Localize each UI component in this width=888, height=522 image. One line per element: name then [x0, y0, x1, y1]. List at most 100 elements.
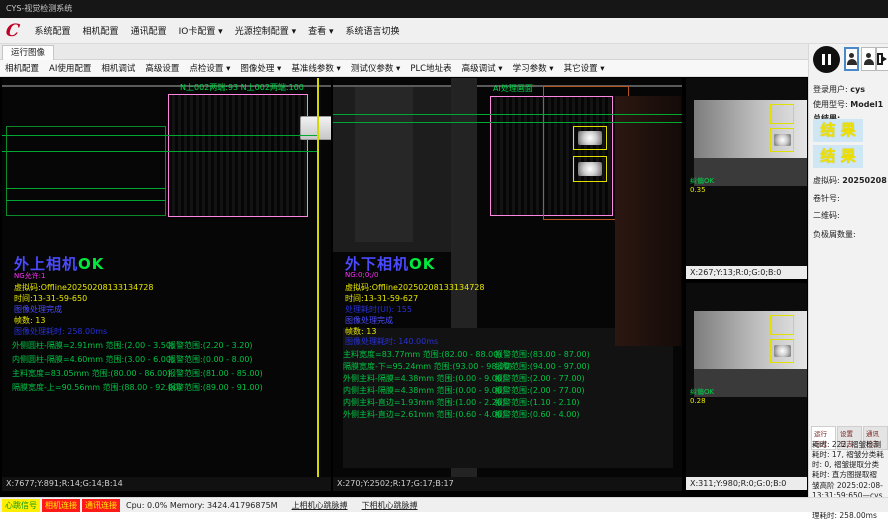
feature-box-yellow [770, 339, 794, 363]
tool-spot-check[interactable]: 点检设置 ▾ [184, 61, 235, 75]
feature-box-yellow [573, 156, 607, 182]
tool-advanced-settings[interactable]: 高级设置 [140, 61, 184, 75]
tool-ai-usage-config[interactable]: AI使用配置 [44, 61, 96, 75]
result-ok-label: OK [78, 255, 104, 273]
preview-view-bottom[interactable]: 纠偏OK 0.28 [686, 283, 807, 477]
tool-tester-params[interactable]: 测试仪参数 ▾ [346, 61, 405, 75]
pixel-coords-middle: X:270;Y:2502;R:17;G:17;B:17 [333, 477, 682, 491]
machinery-shape [355, 87, 413, 242]
pause-button[interactable] [813, 46, 840, 73]
measurement-value: 外侧主料-隔膜=4.38mm 范围:(0.00 - 9.00) [343, 373, 505, 384]
measurement-value: 隔膜宽度-上=90.56mm 范围:(88.00 - 92.00) [12, 382, 181, 393]
tool-camera-debug[interactable]: 相机调试 [96, 61, 140, 75]
preview-value: 0.28 [690, 397, 706, 405]
pixel-coords-preview-top: X:267;Y:13;R:0;G:0;B:0 [686, 266, 807, 279]
menu-language-switch[interactable]: 系统语言切换 [339, 21, 405, 40]
user-icon [864, 53, 874, 65]
tool-image-processing[interactable]: 图像处理 ▾ [235, 61, 286, 75]
alarm-range: 报警范围:(2.00 - 77.00) [495, 385, 585, 396]
reflective-feature [578, 131, 602, 145]
measure-line-green [333, 114, 682, 115]
measurement-value: 主料宽度=83.77mm 范围:(82.00 - 88.00) [343, 349, 501, 360]
menu-view[interactable]: 查看 ▾ [302, 21, 339, 40]
alarm-range: 报警范围:(2.00 - 77.00) [495, 373, 585, 384]
measure-line-green [2, 151, 318, 152]
measurement-value: 外侧圆柱-隔膜=2.91mm 范围:(2.00 - 3.50) [12, 340, 174, 351]
tool-other-settings[interactable]: 其它设置 ▾ [559, 61, 610, 75]
ng-info: NG:0;0;/0 [345, 271, 378, 279]
tool-learning-params[interactable]: 学习参数 ▾ [508, 61, 559, 75]
tool-advanced-debug[interactable]: 高级调试 ▾ [457, 61, 508, 75]
process-elapsed: 图像处理耗时: 140.00ms [345, 336, 438, 347]
statusbar: 心跳信号 相机连接 通讯连接 Cpu: 0.0% Memory: 3424.41… [0, 497, 888, 512]
measurement-row: 外侧圆柱-隔膜=2.91mm 范围:(2.00 - 3.50) 报警范围:(2.… [2, 340, 331, 352]
tool-camera-config[interactable]: 相机配置 [0, 61, 44, 75]
tool-plc-address-table[interactable]: PLC地址表 [405, 61, 456, 75]
tab-run-image[interactable]: 运行图像 [2, 45, 54, 61]
pin-number-label: 卷针号: [813, 193, 840, 204]
measurement-row: 隔膜宽度-上=90.56mm 范围:(88.00 - 92.00) 报警范围:(… [2, 382, 331, 394]
pixel-coords-preview-bottom: X:311;Y:980;R:0;G:0;B:0 [686, 477, 807, 490]
measurement-value: 内侧圆柱-隔膜=4.60mm 范围:(3.00 - 6.00) [12, 354, 174, 365]
ng-info: NG允许:1 [14, 271, 45, 281]
tab-strip: 运行图像 [0, 44, 888, 60]
capture-time: 时间:13-31-59-627 [345, 293, 418, 304]
machinery-dark-red [615, 96, 681, 346]
menu-camera-config[interactable]: 相机配置 [77, 21, 125, 40]
measurement-value: 主料宽度=83.05mm 范围:(80.00 - 86.00) [12, 368, 170, 379]
exit-button[interactable] [876, 47, 888, 71]
model-row: 使用型号: Model1 [813, 99, 883, 110]
measure-line-green [6, 188, 166, 189]
user-login-button[interactable] [844, 47, 859, 71]
measurement-value: 隔膜宽度-下=95.24mm 范围:(93.00 - 98.00) [343, 361, 512, 372]
camera-view-lower-outer[interactable]: AI处理画面 外下相机OK NG:0;0;/0 虚拟码:Offline20250… [333, 78, 682, 477]
menubar: C 系统配置 相机配置 通讯配置 IO卡配置 ▾ 光源控制配置 ▾ 查看 ▾ 系… [0, 18, 888, 44]
inspected-part-image [168, 94, 308, 217]
camera-view-upper-outer[interactable]: N上002两端:93 N上002两端:100 外上相机OK NG允许:1 虚拟码… [2, 78, 331, 477]
alarm-range: 报警范围:(1.10 - 2.10) [495, 397, 580, 408]
app-window: CYS-视觉检测系统 C 系统配置 相机配置 通讯配置 IO卡配置 ▾ 光源控制… [0, 0, 888, 522]
comm-connection-badge: 通讯连接 [82, 499, 120, 512]
window-title: CYS-视觉检测系统 [6, 4, 72, 13]
virtual-code-value: 20250208 [842, 176, 887, 185]
upper-camera-heartbeat-link[interactable]: 上相机心跳脉搏 [292, 500, 348, 511]
login-user-row: 登录用户: cys [813, 84, 865, 95]
sidebar: 登录用户: cys 使用型号: Model1 总结果: 结 果 结 果 虚拟码:… [808, 44, 888, 512]
alarm-range: 报警范围:(89.00 - 91.00) [168, 382, 263, 393]
preview-view-top[interactable]: 纠偏OK 0.35 [686, 78, 807, 266]
measurement-row: 外侧主料-隔膜=4.38mm 范围:(0.00 - 9.00) 报警范围:(2.… [333, 373, 682, 385]
virtual-code-row: 虚拟码: 20250208 [813, 175, 887, 186]
measure-line-green [333, 122, 682, 123]
baseline-vertical-yellow [317, 78, 319, 477]
pause-icon [822, 54, 825, 65]
menu-light-config[interactable]: 光源控制配置 ▾ [229, 21, 302, 40]
lower-camera-heartbeat-link[interactable]: 下相机心跳脉搏 [362, 500, 418, 511]
process-elapsed: 图像处理耗时: 258.00ms [14, 326, 107, 337]
tool-baseline-params[interactable]: 基准线参数 ▾ [286, 61, 345, 75]
user-manage-button[interactable] [861, 47, 876, 71]
menu-comm-config[interactable]: 通讯配置 [125, 21, 173, 40]
preview-value: 0.35 [690, 186, 706, 194]
model-value[interactable]: Model1 [850, 100, 883, 109]
camera-connection-badge: 相机连接 [42, 499, 80, 512]
user-icon [847, 53, 857, 65]
pixel-coords-left: X:7677;Y:891;R:14;G:14;B:14 [2, 477, 331, 491]
result-indicator-upper: 结 果 [813, 119, 863, 142]
part-connector-tab [300, 116, 331, 140]
measurement-value: 内侧主料-隔膜=4.38mm 范围:(0.00 - 9.00) [343, 385, 505, 396]
pause-icon [828, 54, 831, 65]
frame-count: 帧数: 13 [14, 315, 45, 326]
result-indicator-lower: 结 果 [813, 145, 863, 168]
alarm-range: 报警范围:(94.00 - 97.00) [495, 361, 590, 372]
virtual-code: 虚拟码:Offline20250208133134728 [345, 282, 484, 293]
titlebar: CYS-视觉检测系统 [0, 0, 888, 18]
edge-annotation: N上002两端:93 N上002两端:100 [180, 82, 304, 93]
menu-system-config[interactable]: 系统配置 [29, 21, 77, 40]
virtual-code: 虚拟码:Offline20250208133134728 [14, 282, 153, 293]
measurement-row: 内侧主料-直边=1.93mm 范围:(1.00 - 2.20) 报警范围:(1.… [333, 397, 682, 409]
menu-io-config[interactable]: IO卡配置 ▾ [173, 21, 229, 40]
qr-code-label: 二维码: [813, 210, 840, 221]
process-status: 图像处理完成 [345, 315, 393, 326]
preview-result-label: 纠偏OK [690, 387, 714, 397]
feature-box-yellow [770, 104, 794, 124]
